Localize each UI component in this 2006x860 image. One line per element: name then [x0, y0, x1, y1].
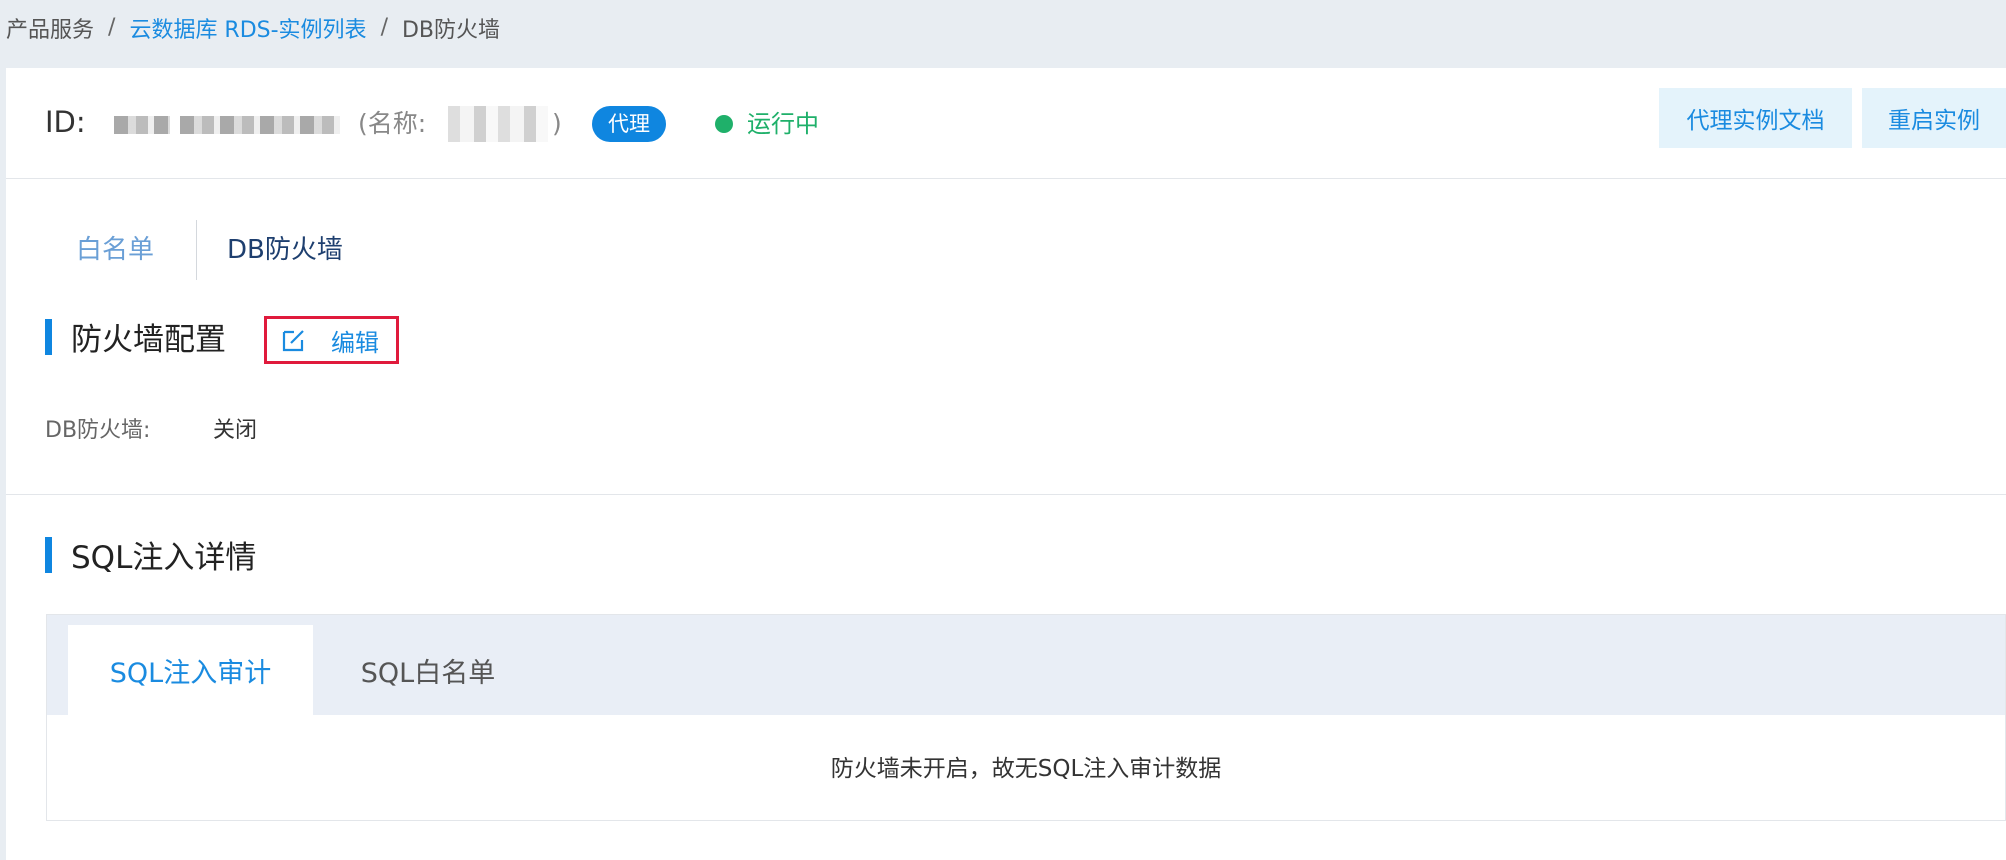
breadcrumb-item-product-services[interactable]: 产品服务	[6, 12, 94, 44]
edit-firewall-button[interactable]: 编辑	[264, 316, 399, 364]
instance-name-label: (名称:	[358, 109, 427, 138]
redacted-id-mosaic	[180, 116, 340, 134]
main-panel: ID: (名称: ) 代理 运行中 代理实例文档 重启实例 白名单 DB防火墙 …	[6, 68, 2006, 860]
breadcrumb-separator: /	[380, 15, 388, 40]
status-dot-icon	[715, 115, 733, 133]
restart-instance-button[interactable]: 重启实例	[1862, 88, 2006, 148]
section-accent-bar	[45, 536, 52, 573]
instance-status: 运行中	[715, 106, 819, 142]
sql-injection-panel: SQL注入审计 SQL白名单 防火墙未开启，故无SQL注入审计数据	[46, 614, 2006, 821]
proxy-docs-button[interactable]: 代理实例文档	[1659, 88, 1852, 148]
redacted-id-mosaic	[114, 116, 170, 134]
config-tabs: 白名单 DB防火墙	[38, 220, 385, 280]
db-firewall-field-label: DB防火墙:	[45, 418, 151, 443]
redacted-name-mosaic	[448, 106, 548, 142]
breadcrumb: 产品服务 / 云数据库 RDS-实例列表 / DB防火墙	[6, 0, 500, 55]
tab-db-firewall[interactable]: DB防火墙	[197, 220, 385, 280]
tab-sql-whitelist[interactable]: SQL白名单	[313, 625, 543, 715]
breadcrumb-item-db-firewall: DB防火墙	[401, 17, 501, 43]
sql-tab-bar: SQL注入审计 SQL白名单	[47, 615, 2005, 715]
breadcrumb-item-rds-instance-list[interactable]: 云数据库 RDS-实例列表	[129, 12, 366, 44]
tab-sql-injection-audit[interactable]: SQL注入审计	[68, 625, 313, 715]
sql-injection-title: SQL注入详情	[45, 532, 256, 577]
edit-icon	[282, 330, 304, 352]
section-divider	[6, 494, 2006, 495]
instance-id-label: ID:	[45, 105, 86, 139]
section-accent-bar	[45, 318, 52, 355]
edit-label: 编辑	[331, 328, 379, 357]
breadcrumb-separator: /	[108, 15, 116, 40]
tab-whitelist[interactable]: 白名单	[38, 220, 196, 280]
proxy-badge: 代理	[592, 106, 666, 142]
status-text: 运行中	[747, 110, 819, 138]
sql-injection-title-text: SQL注入详情	[71, 540, 257, 576]
firewall-config-title: 防火墙配置	[45, 314, 226, 359]
instance-name-close: )	[552, 109, 562, 138]
instance-header: ID: (名称: ) 代理 运行中 代理实例文档 重启实例	[6, 68, 2006, 179]
empty-state-message: 防火墙未开启，故无SQL注入审计数据	[830, 756, 1222, 782]
firewall-config-title-text: 防火墙配置	[71, 322, 226, 358]
db-firewall-field-value: 关闭	[213, 418, 258, 443]
